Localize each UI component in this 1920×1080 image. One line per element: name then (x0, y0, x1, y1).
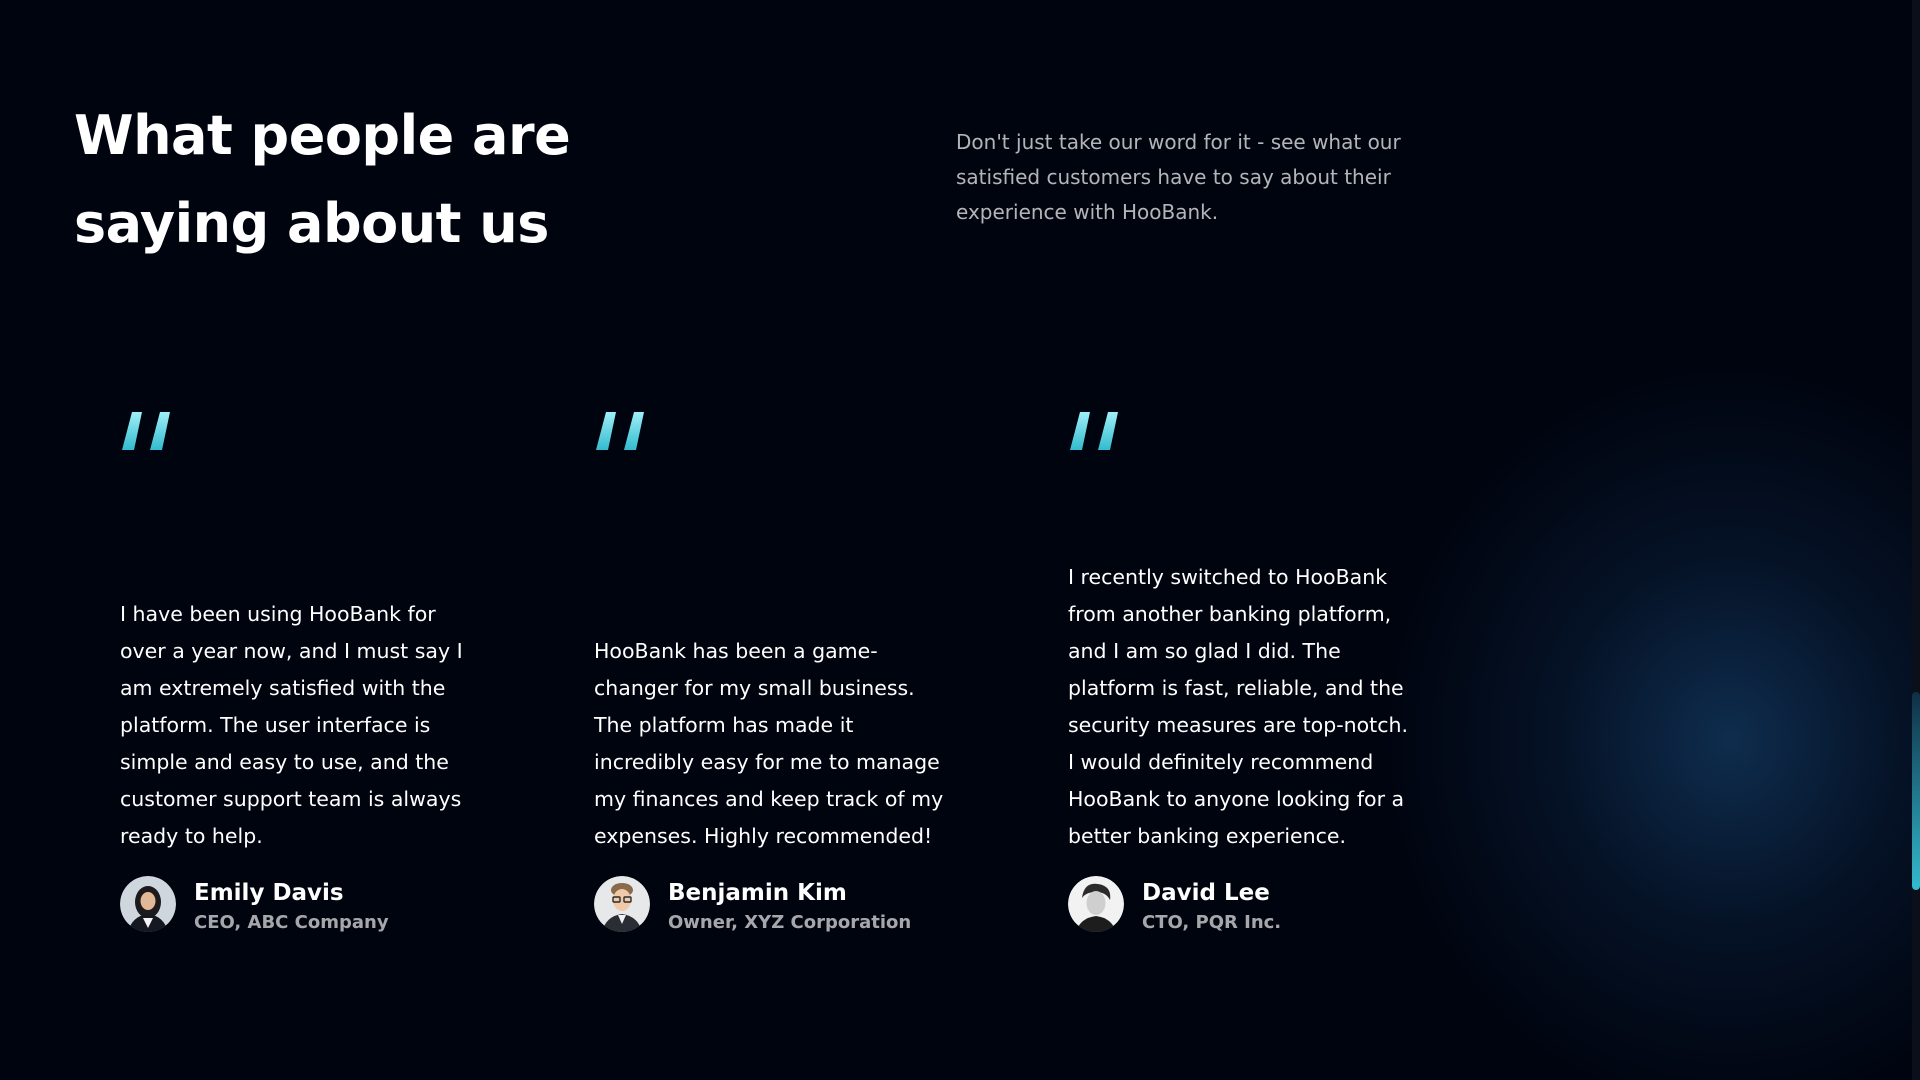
testimonial-quote: I recently switched to HooBank from anot… (1068, 565, 1408, 848)
quote-icon (596, 412, 644, 450)
page-scrollbar[interactable] (1912, 0, 1920, 1080)
author-title: CEO, ABC Company (194, 912, 389, 933)
testimonials-page: What people are saying about us Don't ju… (0, 0, 1920, 1080)
testimonial-card: I recently switched to HooBank from anot… (1068, 410, 1468, 970)
testimonial-author: Emily Davis CEO, ABC Company (120, 876, 500, 936)
testimonial-author: Benjamin Kim Owner, XYZ Corporation (594, 876, 974, 936)
author-name: Benjamin Kim (668, 880, 847, 906)
author-title: CTO, PQR Inc. (1142, 912, 1282, 933)
testimonial-card: I have been using HooBank for over a yea… (120, 410, 520, 970)
avatar (1068, 876, 1124, 932)
quote-icon (1070, 412, 1118, 450)
quote-icon (122, 412, 170, 450)
section-subtext: Don't just take our word for it - see wh… (956, 130, 1401, 224)
author-title: Owner, XYZ Corporation (668, 912, 912, 933)
scrollbar-thumb[interactable] (1912, 692, 1920, 890)
section-heading: What people are saying about us (74, 104, 571, 255)
testimonial-quote: HooBank has been a game-changer for my s… (594, 639, 944, 848)
author-name: Emily Davis (194, 880, 344, 906)
testimonial-card: HooBank has been a game-changer for my s… (594, 410, 994, 970)
testimonial-author: David Lee CTO, PQR Inc. (1068, 876, 1448, 936)
author-name: David Lee (1142, 880, 1270, 906)
avatar (594, 876, 650, 932)
avatar (120, 876, 176, 932)
testimonial-quote: I have been using HooBank for over a yea… (120, 602, 463, 848)
